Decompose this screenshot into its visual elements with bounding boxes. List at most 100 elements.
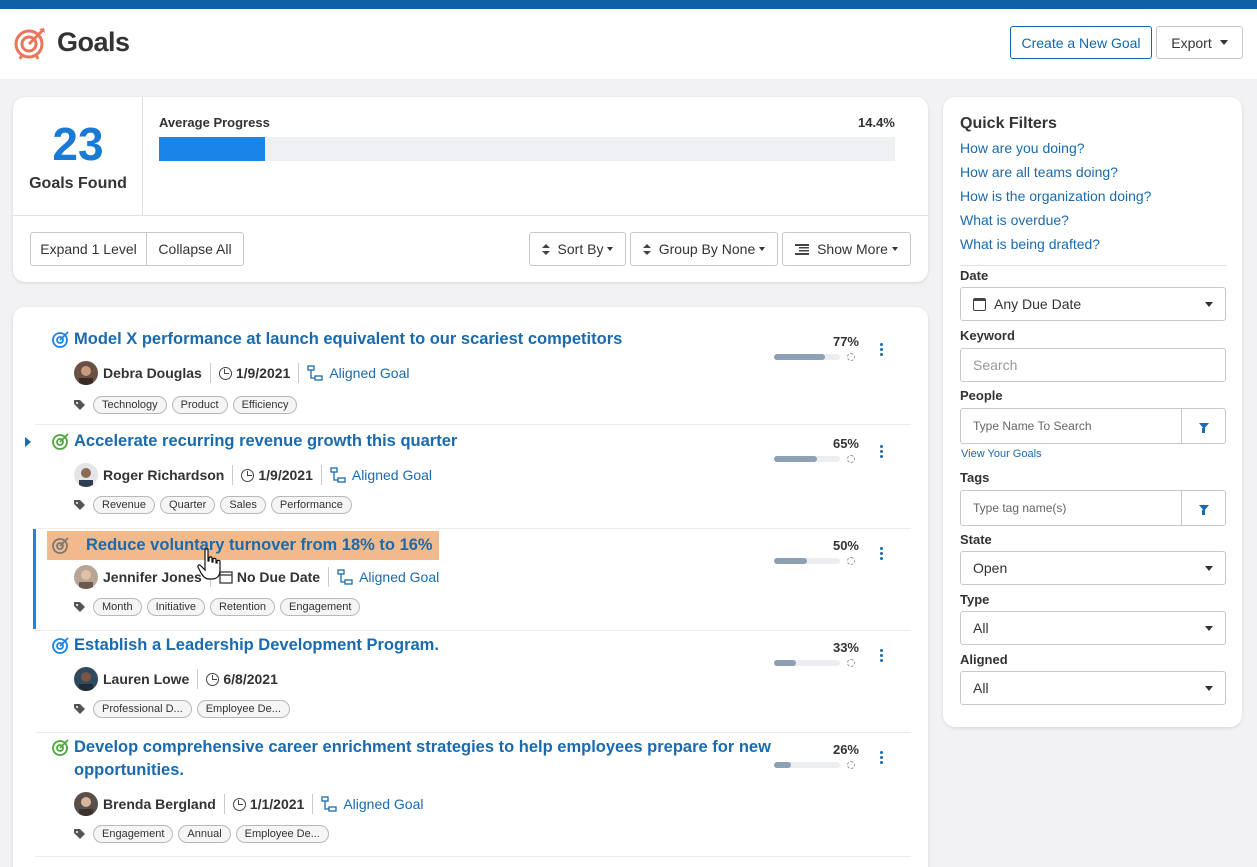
tags-icon [74,602,85,612]
aligned-goal-link[interactable]: Aligned Goal [329,365,409,381]
owner-name[interactable]: Roger Richardson [103,467,224,483]
type-value: All [973,620,989,636]
goal-title[interactable]: Reduce voluntary turnover from 18% to 16… [47,531,439,560]
people-placeholder: Type Name To Search [973,419,1092,433]
divider [960,265,1226,266]
hand-cursor-icon [197,548,221,580]
sort-by-label: Sort By [557,241,604,257]
state-select[interactable]: Open [960,551,1226,585]
goal-meta: Debra Douglas 1/9/2021 Aligned Goal [74,361,409,385]
tag[interactable]: Performance [270,496,352,514]
goal-progress-fill [774,762,792,768]
goal-title[interactable]: Develop comprehensive career enrichment … [74,736,774,782]
expand-level-button[interactable]: Expand 1 Level [30,232,147,266]
owner-name[interactable]: Lauren Lowe [103,671,189,687]
more-options-icon[interactable] [878,547,884,561]
divider [298,363,300,383]
tag[interactable]: Technology [93,396,167,414]
more-options-icon[interactable] [878,751,884,765]
collapse-all-button[interactable]: Collapse All [146,232,244,266]
more-options-icon[interactable] [878,445,884,459]
chevron-down-icon [1205,566,1213,571]
goal-progress-fill [774,558,807,564]
tag[interactable]: Employee De... [235,825,329,843]
chevron-down-icon [1219,40,1228,45]
create-goal-button[interactable]: Create a New Goal [1010,26,1152,59]
avatar [74,667,98,691]
aligned-goal-link[interactable]: Aligned Goal [352,467,432,483]
goal-count-box: 23 Goals Found [13,97,143,215]
quick-filters-title: Quick Filters [960,115,1057,132]
goal-progress-bar [774,660,840,666]
divider [197,669,199,689]
owner-name[interactable]: Debra Douglas [103,365,202,381]
owner-name[interactable]: Brenda Bergland [103,796,216,812]
quick-filter-link[interactable]: What is being drafted? [960,236,1100,252]
tags-input[interactable]: Type tag name(s) [960,490,1226,526]
tag[interactable]: Quarter [160,496,216,514]
goal-progress-value: 50% [832,538,859,553]
date-value: Any Due Date [994,296,1082,312]
clock-icon [232,797,246,811]
average-progress-bar [159,137,895,161]
keyword-input[interactable]: Search [960,348,1226,382]
progress-status-icon [847,659,855,667]
goal-title[interactable]: Accelerate recurring revenue growth this… [74,430,457,453]
show-more-button[interactable]: Show More [782,232,911,266]
tags-filter-button[interactable] [1181,491,1225,525]
average-progress-value: 14.4% [858,115,895,130]
tag[interactable]: Sales [220,496,266,514]
aligned-goal-link[interactable]: Aligned Goal [343,796,423,812]
tag[interactable]: Revenue [93,496,156,514]
sort-icon [541,243,550,255]
quick-filter-link[interactable]: How are you doing? [960,140,1085,156]
clock-icon [206,672,220,686]
goal-tags: Revenue Quarter Sales Performance [74,495,357,515]
quick-filter-link[interactable]: What is overdue? [960,212,1069,228]
sort-by-button[interactable]: Sort By [529,232,626,266]
tag[interactable]: Retention [209,598,276,616]
people-input[interactable]: Type Name To Search [960,408,1226,444]
goal-title[interactable]: Model X performance at launch equivalent… [74,328,622,351]
due-date: 1/9/2021 [235,365,291,381]
due-date: No Due Date [236,569,321,585]
hierarchy-icon [321,796,337,812]
type-select[interactable]: All [960,611,1226,645]
target-arrow-icon [14,28,45,60]
owner-name[interactable]: Jennifer Jones [103,569,202,585]
more-options-icon[interactable] [878,343,884,357]
more-options-icon[interactable] [878,649,884,663]
filter-icon [1198,505,1209,515]
date-label: Date [960,268,989,283]
date-select[interactable]: Any Due Date [960,287,1226,321]
tag[interactable]: Initiative [146,598,205,616]
expand-caret-icon[interactable] [25,437,31,447]
group-by-button[interactable]: Group By None [630,232,778,266]
tag[interactable]: Engagement [93,825,174,843]
progress-status-icon [847,353,855,361]
goal-progress-fill [774,456,817,462]
people-filter-button[interactable] [1181,409,1225,443]
tag[interactable]: Annual [178,825,231,843]
goal-title[interactable]: Establish a Leadership Development Progr… [74,634,439,657]
avatar [74,792,98,816]
aligned-select[interactable]: All [960,671,1226,705]
tag[interactable]: Professional D... [93,700,192,718]
goal-row: Model X performance at launch equivalent… [35,325,911,425]
quick-filter-link[interactable]: How are all teams doing? [960,164,1118,180]
aligned-goal-link[interactable]: Aligned Goal [359,569,439,585]
header: Goals Create a New Goal Export [0,9,1257,79]
tag[interactable]: Efficiency [232,396,298,414]
tag[interactable]: Month [93,598,142,616]
quick-filter-link[interactable]: How is the organization doing? [960,188,1151,204]
tag[interactable]: Employee De... [196,700,290,718]
due-date: 1/1/2021 [249,796,305,812]
goal-list-card: Model X performance at launch equivalent… [13,307,928,867]
goal-target-icon [52,739,69,756]
tag[interactable]: Engagement [280,598,361,616]
view-your-goals-link[interactable]: View Your Goals [961,448,1042,460]
sort-icon [642,243,651,255]
export-button[interactable]: Export [1156,26,1243,59]
tags-icon [74,829,85,839]
tag[interactable]: Product [171,396,228,414]
